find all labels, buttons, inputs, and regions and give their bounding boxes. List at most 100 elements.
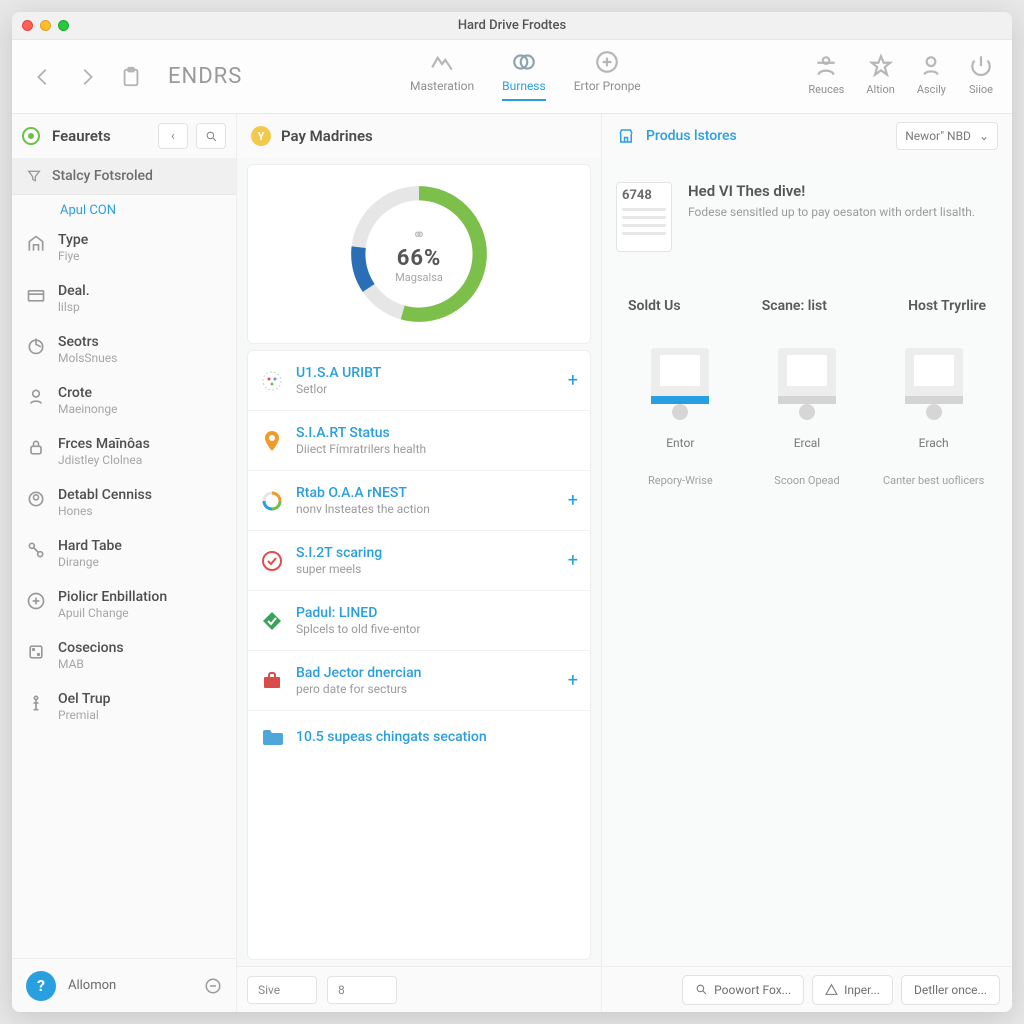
footer-btn-2[interactable]: Inper...: [812, 975, 893, 1005]
donut-label: Magsalsa: [395, 271, 443, 284]
card-title: S.I.A.RT Status: [296, 425, 578, 441]
titlebar: Hard Drive Frodtes: [12, 12, 1012, 40]
tab-label: Burness: [502, 79, 546, 93]
sidebar-section-header[interactable]: Stalcy Fotsroled: [12, 158, 236, 195]
card-title: Bad Jector dnercian: [296, 665, 556, 681]
window-title: Hard Drive Frodtes: [12, 18, 1012, 33]
tab-label: Altion: [866, 83, 894, 96]
sidebar-item-icon: [26, 693, 46, 713]
footer-btn-3[interactable]: Detller once...: [901, 975, 1000, 1005]
device-option[interactable]: EntorRepory-Wrise: [625, 348, 735, 488]
sidebar-item[interactable]: Frces MaīnôasJdistley Clolnea: [12, 426, 236, 477]
btn-label: Poowort Fox...: [714, 983, 791, 997]
chevron-down-icon: ⌄: [979, 129, 989, 143]
footer-field-value[interactable]: 8: [327, 976, 397, 1004]
clipboard-icon[interactable]: [118, 64, 144, 90]
card-icon: [260, 489, 284, 513]
sidebar-item-sub: MAB: [58, 657, 124, 671]
expand-icon[interactable]: +: [568, 490, 578, 511]
expand-icon[interactable]: +: [568, 550, 578, 571]
diagnostic-card[interactable]: Rtab O.A.A rNESTnonv lnsteates the actio…: [248, 471, 590, 531]
sidebar-item[interactable]: Piolicr EnbillationApuil Change: [12, 579, 236, 630]
diagnostic-card[interactable]: Padul: LINEDSplcels to old five-entor: [248, 591, 590, 651]
donut-chart: ⚭ 66% Magsalsa: [344, 179, 494, 329]
device-caption: Erach: [919, 436, 949, 450]
filter-icon: [26, 168, 42, 184]
sidebar-item-sub: Maeinonge: [58, 402, 117, 416]
sidebar-item-sub: Hones: [58, 504, 152, 518]
sidebar-item-sub: Premial: [58, 708, 111, 722]
sidebar-item[interactable]: Oel TrupPremial: [12, 681, 236, 732]
sidebar-search-button[interactable]: [196, 123, 226, 149]
card-sub: pero date for secturs: [296, 682, 556, 696]
sidebar-item-icon: [26, 489, 46, 509]
sidebar-item-sub: Jdistley Clolnea: [58, 453, 150, 467]
sidebar-title: Feaurets: [52, 127, 150, 145]
diagnostic-card[interactable]: Bad Jector dnercianpero date for secturs…: [248, 651, 590, 711]
sidebar-section-link[interactable]: Apul CON: [12, 195, 236, 222]
expand-icon[interactable]: +: [568, 370, 578, 391]
tab-masteration[interactable]: Masteration: [410, 49, 474, 105]
device-option[interactable]: ErcalScoon Opead: [752, 348, 862, 488]
tab-siioe[interactable]: Siioe: [968, 53, 994, 100]
sidebar-item[interactable]: SeotrsMolsSnues: [12, 324, 236, 375]
sidebar-item-icon: [26, 336, 46, 356]
sidebar-item-icon: [26, 438, 46, 458]
section-label: Stalcy Fotsroled: [52, 168, 153, 184]
diagnostic-card[interactable]: U1.S.A URIBTSetlor+: [248, 351, 590, 411]
footer-btn-1[interactable]: Poowort Fox...: [682, 975, 804, 1005]
promo-sub: Fodese sensitled up to pay oesaton with …: [688, 204, 975, 221]
device-icon: [778, 348, 836, 400]
tab-ascily[interactable]: Ascily: [917, 53, 946, 100]
sidebar-item[interactable]: CroteMaeinonge: [12, 375, 236, 426]
device-sub: Canter best uoflicers: [883, 474, 984, 488]
brand-label: ENDRS: [168, 64, 242, 89]
footer-field-label[interactable]: Sive: [247, 976, 317, 1004]
card-icon: [260, 549, 284, 573]
sidebar-item-icon: [26, 285, 46, 305]
promo-thumb: 6748: [616, 182, 672, 252]
sidebar-item-sub: Dirange: [58, 555, 122, 569]
tab-reuces[interactable]: Reuces: [808, 53, 844, 100]
sort-dropdown[interactable]: Newor" NBD ⌄: [896, 122, 998, 150]
diagnostic-card[interactable]: 10.5 supeas chingats secation: [248, 711, 590, 763]
sidebar-item-title: Type: [58, 232, 88, 248]
card-icon: [260, 369, 284, 393]
tab-label: Masteration: [410, 79, 474, 93]
card-sub: Diiect Fímratrilers health: [296, 442, 578, 456]
expand-icon[interactable]: +: [568, 670, 578, 691]
sidebar-item-title: Oel Trup: [58, 691, 111, 707]
tab-ertor-pronpe[interactable]: Ertor Pronpe: [574, 49, 641, 105]
promo-title: Hed VI Thes dive!: [688, 182, 975, 200]
thumb-number: 6748: [622, 188, 666, 203]
device-icon: [651, 348, 709, 400]
diagnostic-card[interactable]: S.I.2T scaringsuper meels+: [248, 531, 590, 591]
sidebar-item-title: Piolicr Enbillation: [58, 589, 167, 605]
sidebar-item[interactable]: Hard TabeDirange: [12, 528, 236, 579]
sidebar-item[interactable]: Deal.lilsp: [12, 273, 236, 324]
card-title: Padul: LINED: [296, 605, 578, 621]
sidebar-back-button[interactable]: ‹: [158, 123, 188, 149]
card-icon: [260, 429, 284, 453]
card-sub: Splcels to old five-entor: [296, 622, 578, 636]
eject-icon[interactable]: [204, 977, 222, 995]
sidebar-item[interactable]: CosecionsMAB: [12, 630, 236, 681]
tab-altion[interactable]: Altion: [866, 53, 894, 100]
card-title: S.I.2T scaring: [296, 545, 556, 561]
card-icon: [260, 725, 284, 749]
col-header-2: Scane: list: [762, 298, 827, 314]
back-button[interactable]: [30, 64, 56, 90]
sidebar-item[interactable]: TypeFiye: [12, 222, 236, 273]
diagnostic-card[interactable]: S.I.A.RT StatusDiiect Fímratrilers healt…: [248, 411, 590, 471]
sidebar-item[interactable]: Detabl CennissHones: [12, 477, 236, 528]
device-sub: Scoon Opead: [774, 474, 839, 488]
sidebar-item-icon: [26, 234, 46, 254]
tab-burness[interactable]: Burness: [502, 49, 546, 105]
sidebar-item-title: Cosecions: [58, 640, 124, 656]
device-option[interactable]: Erach Canter best uoflicers: [879, 348, 989, 488]
forward-button[interactable]: [74, 64, 100, 90]
sidebar-item-title: Hard Tabe: [58, 538, 122, 554]
help-button[interactable]: ?: [26, 971, 56, 1001]
sidebar-item-title: Detabl Cenniss: [58, 487, 152, 503]
badge-icon: Y: [251, 126, 271, 146]
